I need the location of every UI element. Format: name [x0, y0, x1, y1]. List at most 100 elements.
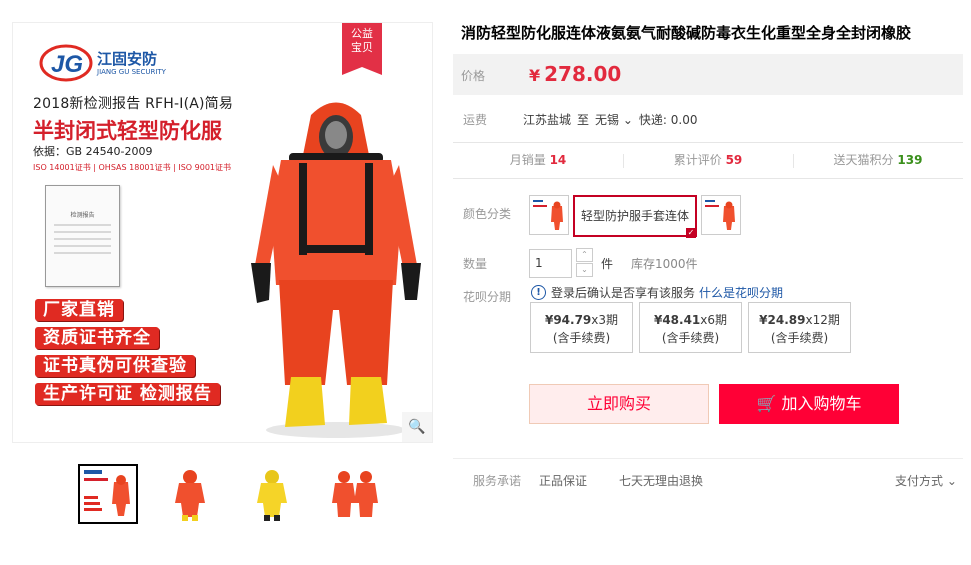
stat-monthly-sales: 月销量 14	[453, 143, 623, 178]
ship-to-value: 无锡	[595, 113, 620, 127]
quantity-row: 数量 1 ⌃ ⌄ 件 库存1000件	[463, 248, 698, 278]
installment-fee: (含手续费)	[552, 331, 611, 345]
decrement-button[interactable]: ⌄	[576, 263, 593, 277]
quantity-unit: 件	[601, 256, 614, 271]
stat-value: 14	[549, 153, 567, 167]
thumbnail-image	[175, 470, 205, 521]
badge-line-2: 宝贝	[351, 41, 373, 54]
express-fee: 快递: 0.00	[638, 113, 698, 127]
thumbnail-strip	[78, 464, 406, 524]
svg-text:JG: JG	[51, 51, 83, 78]
color-label: 颜色分类	[463, 207, 512, 221]
thumbnail-4[interactable]	[324, 464, 384, 524]
installment-amount: ¥48.41	[653, 313, 701, 327]
promo-headline: 半封闭式轻型防化服	[33, 119, 222, 143]
brand-logo: JG 江固安防 JIANG GU SECURITY	[39, 43, 166, 83]
service-label: 服务承诺	[473, 474, 522, 488]
installment-periods: x3期	[591, 313, 619, 327]
divider	[453, 458, 963, 459]
color-option-selected[interactable]: 轻型防护服手套连体	[573, 195, 698, 238]
quantity-input[interactable]: 1	[529, 248, 572, 278]
price-amount: 278.00	[544, 62, 622, 86]
add-to-cart-label: 加入购物车	[781, 394, 862, 413]
thumbnail-2[interactable]	[160, 464, 220, 524]
thumbnail-image	[84, 470, 130, 516]
installment-fee: (含手续费)	[770, 331, 829, 345]
huabei-note: ! 登录后确认是否享有该服务 什么是花呗分期	[531, 284, 783, 301]
increment-button[interactable]: ⌃	[576, 248, 593, 262]
chevron-down-icon: ⌄	[619, 113, 633, 127]
installment-amount: ¥94.79	[544, 313, 592, 327]
main-product-image[interactable]: 公益 宝贝 JG 江固安防 JIANG GU SECURITY 2018新检测报…	[12, 22, 433, 443]
certificate-image: 检测报告	[45, 185, 120, 287]
color-option-1[interactable]	[529, 195, 569, 235]
payment-label: 支付方式	[895, 474, 944, 488]
add-to-cart-button[interactable]: 🛒 加入购物车	[719, 384, 899, 424]
ship-to-dropdown[interactable]: 无锡 ⌄	[595, 111, 633, 128]
promo-standard: 依据：GB 24540-2009	[33, 145, 153, 158]
cart-icon: 🛒	[756, 394, 777, 413]
zoom-button[interactable]: 🔍	[402, 412, 432, 442]
installment-periods: x6期	[700, 313, 728, 327]
ship-to-prefix: 至	[577, 113, 590, 127]
installment-options: ¥94.79x3期 (含手续费) ¥48.41x6期 (含手续费) ¥24.89…	[530, 302, 857, 353]
thumbnail-3[interactable]	[242, 464, 302, 524]
charity-badge: 公益 宝贝	[342, 23, 382, 75]
promo-tag: 资质证书齐全	[35, 327, 159, 349]
swatch-image	[533, 200, 563, 230]
huabei-note-text: 登录后确认是否享有该服务	[551, 286, 696, 300]
installment-periods: x12期	[805, 313, 840, 327]
thumbnail-image	[332, 471, 378, 517]
color-option-label: 轻型防护服手套连体	[581, 209, 690, 223]
swatch-image	[705, 200, 736, 230]
stat-value: 59	[725, 153, 743, 167]
product-title: 消防轻型防化服连体液氨氨气耐酸碱防毒衣生化重型全身全封闭橡胶	[461, 24, 912, 42]
stat-value: 139	[897, 153, 923, 167]
thumbnail-image	[257, 470, 287, 521]
stat-label: 累计评价	[673, 153, 722, 167]
stat-label: 送天猫积分	[833, 153, 894, 167]
info-icon: !	[531, 285, 546, 300]
installment-option-3[interactable]: ¥94.79x3期 (含手续费)	[530, 302, 633, 353]
promo-tags: 厂家直销 资质证书齐全 证书真伪可供查验 生产许可证 检测报告	[35, 299, 220, 411]
color-option-3[interactable]	[701, 195, 742, 235]
promo-certs: ISO 14001证书 | OHSAS 18001证书 | ISO 9001证书	[33, 163, 232, 172]
quantity-label: 数量	[463, 256, 488, 271]
service-promises: 服务承诺 正品保证 七天无理由退换	[473, 472, 735, 489]
search-icon: 🔍	[408, 419, 426, 435]
brand-logo-icon: JG	[39, 44, 93, 82]
stat-points: 送天猫积分 139	[793, 143, 963, 178]
stat-reviews[interactable]: 累计评价 59	[623, 143, 793, 178]
stock-count: 库存1000件	[631, 256, 698, 271]
ship-from: 江苏盐城	[523, 113, 572, 127]
promo-tag: 厂家直销	[35, 299, 123, 321]
thumbnail-1[interactable]	[78, 464, 138, 524]
quantity-stepper: ⌃ ⌄	[576, 248, 593, 278]
shipping-label: 运费	[463, 113, 488, 127]
installment-amount: ¥24.89	[759, 313, 806, 327]
protective-suit-figure	[251, 102, 421, 438]
payment-methods-dropdown[interactable]: 支付方式 ⌄	[895, 472, 957, 489]
installment-option-6[interactable]: ¥48.41x6期 (含手续费)	[639, 302, 742, 353]
chevron-down-icon: ⌄	[946, 474, 957, 488]
huabei-label: 花呗分期	[463, 290, 512, 304]
promo-tag: 证书真伪可供查验	[35, 355, 195, 377]
price-label: 价格	[461, 69, 486, 83]
installment-fee: (含手续费)	[661, 331, 720, 345]
badge-line-1: 公益	[351, 27, 373, 40]
color-selector: 颜色分类 轻型防护服手套连体	[463, 195, 745, 238]
brand-name-en: JIANG GU SECURITY	[97, 67, 166, 76]
price-panel: 价格 ¥278.00	[453, 54, 963, 95]
installment-option-12[interactable]: ¥24.89x12期 (含手续费)	[748, 302, 851, 353]
service-item[interactable]: 正品保证	[539, 472, 587, 489]
service-item[interactable]: 七天无理由退换	[619, 472, 703, 489]
price-value: ¥278.00	[529, 62, 621, 86]
promo-tag: 生产许可证 检测报告	[35, 383, 220, 405]
currency-symbol: ¥	[529, 66, 541, 85]
promo-line-1: 2018新检测报告 RFH-Ⅰ(A)简易	[33, 96, 234, 112]
buy-now-button[interactable]: 立即购买	[529, 384, 709, 424]
stat-label: 月销量	[509, 153, 546, 167]
certificate-title: 检测报告	[70, 212, 95, 219]
shipping-row: 运费 江苏盐城 至 无锡 ⌄ 快递: 0.00	[463, 111, 704, 128]
huabei-help-link[interactable]: 什么是花呗分期	[699, 284, 783, 301]
